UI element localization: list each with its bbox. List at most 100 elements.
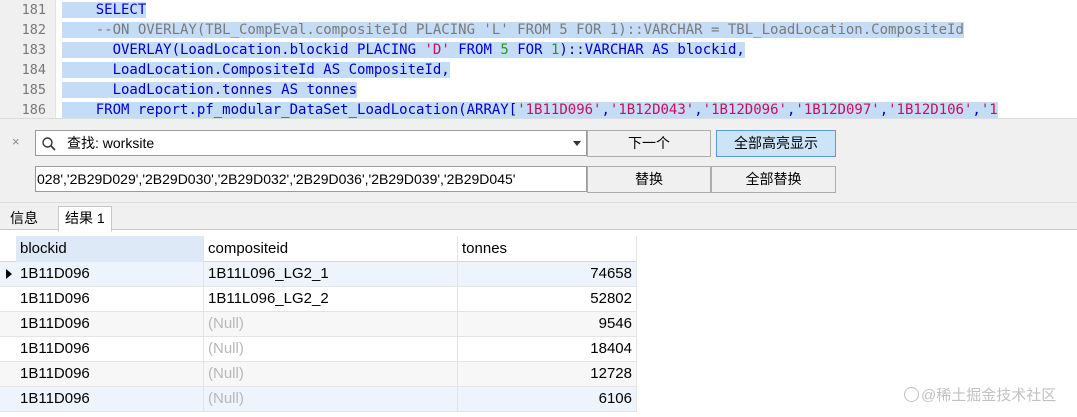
row-indicator[interactable] xyxy=(0,262,16,286)
code-line[interactable]: OVERLAY(LoadLocation.blockid PLACING 'D'… xyxy=(62,40,745,60)
replace-button[interactable]: 替换 xyxy=(587,166,711,193)
cell-blockid[interactable]: 1B11D096 xyxy=(16,387,204,411)
search-icon xyxy=(41,136,57,155)
find-input[interactable]: 查找: worksite xyxy=(35,130,587,156)
code-token: CompositeId, xyxy=(340,62,450,78)
cell-blockid[interactable]: 1B11D096 xyxy=(16,262,204,286)
table-row[interactable]: 1B11D096 (Null) 6106 xyxy=(0,387,637,412)
replace-value: 028','2B29D029','2B29D030','2B29D032','2… xyxy=(37,171,516,187)
table-row[interactable]: 1B11D096 (Null) 12728 xyxy=(0,362,637,387)
cell-tonnes[interactable]: 12728 xyxy=(458,362,637,386)
row-indicator[interactable] xyxy=(0,287,16,311)
code-token: LoadLocation.tonnes xyxy=(62,82,282,98)
code-line[interactable]: SELECT xyxy=(62,0,147,20)
cell-tonnes[interactable]: 6106 xyxy=(458,387,637,411)
line-number: 181 xyxy=(21,2,46,18)
code-token: LoadLocation.CompositeId xyxy=(62,62,324,78)
code-token: SELECT xyxy=(62,2,147,18)
find-replace-bar: × 查找: worksite 下一个 全部高亮显示 028','2B29D029… xyxy=(0,118,1077,202)
cell-blockid[interactable]: 1B11D096 xyxy=(16,362,204,386)
selected-text: LoadLocation.CompositeId AS CompositeId, xyxy=(62,62,450,78)
cell-tonnes[interactable]: 52802 xyxy=(458,287,637,311)
cell-compositeid[interactable]: (Null) xyxy=(204,387,458,411)
cell-compositeid[interactable]: (Null) xyxy=(204,312,458,336)
cell-compositeid[interactable]: 1B11L096_LG2_2 xyxy=(204,287,458,311)
code-token: FROM xyxy=(95,102,130,118)
replace-input[interactable]: 028','2B29D029','2B29D030','2B29D032','2… xyxy=(35,166,587,192)
chevron-down-icon[interactable] xyxy=(573,141,581,146)
selected-text: SELECT xyxy=(62,2,147,18)
code-token: 'D' xyxy=(424,42,450,58)
cell-compositeid[interactable]: 1B11L096_LG2_1 xyxy=(204,262,458,286)
code-token: blockid, xyxy=(668,42,745,58)
code-token: , xyxy=(694,102,703,118)
row-indicator[interactable] xyxy=(0,387,16,411)
code-token: )::VARCHAR xyxy=(559,42,653,58)
code-line[interactable]: LoadLocation.CompositeId AS CompositeId, xyxy=(62,60,450,80)
watermark-text: @稀土掘金技术社区 xyxy=(921,387,1057,404)
code-line[interactable]: LoadLocation.tonnes AS tonnes xyxy=(62,80,358,100)
code-token: --ON OVERLAY(TBL_CompEval.compositeId PL… xyxy=(62,22,964,38)
watermark-logo-icon xyxy=(904,387,919,402)
cell-blockid[interactable]: 1B11D096 xyxy=(16,337,204,361)
code-token: ARRAY xyxy=(466,102,509,118)
watermark: @稀土掘金技术社区 xyxy=(904,387,1056,405)
table-row[interactable]: 1B11D096 1B11L096_LG2_2 52802 xyxy=(0,287,637,312)
code-token: '1B12D097' xyxy=(795,102,880,118)
code-token: [ xyxy=(508,102,518,118)
close-icon[interactable]: × xyxy=(12,135,20,149)
line-number: 184 xyxy=(21,62,46,78)
code-token: OVERLAY(LoadLocation.blockid xyxy=(62,42,358,58)
cell-compositeid[interactable]: (Null) xyxy=(204,362,458,386)
code-line[interactable]: FROM report.pf_modular_DataSet_LoadLocat… xyxy=(62,100,998,118)
result-tabs: 信息 结果 1 xyxy=(0,202,1077,232)
code-line[interactable]: --ON OVERLAY(TBL_CompEval.compositeId PL… xyxy=(62,20,964,40)
row-indicator[interactable] xyxy=(0,312,16,336)
line-number: 186 xyxy=(21,102,46,118)
table-row[interactable]: 1B11D096 (Null) 18404 xyxy=(0,337,637,362)
current-row-arrow-icon xyxy=(6,269,12,279)
row-indicator[interactable] xyxy=(0,362,16,386)
selected-text: OVERLAY(LoadLocation.blockid PLACING 'D'… xyxy=(62,42,745,58)
column-header-compositeid[interactable]: compositeid xyxy=(204,236,458,262)
tab-result-1[interactable]: 结果 1 xyxy=(58,206,112,232)
cell-tonnes[interactable]: 18404 xyxy=(458,337,637,361)
selected-text: --ON OVERLAY(TBL_CompEval.compositeId PL… xyxy=(62,22,964,38)
tab-info[interactable]: 信息 xyxy=(4,207,44,231)
selected-text: LoadLocation.tonnes AS tonnes xyxy=(62,82,358,98)
row-indicator[interactable] xyxy=(0,337,16,361)
cell-compositeid[interactable]: (Null) xyxy=(204,337,458,361)
code-token: AS xyxy=(323,62,341,78)
code-token: , xyxy=(879,102,889,118)
column-header-blockid[interactable]: blockid xyxy=(16,236,204,262)
cell-tonnes[interactable]: 74658 xyxy=(458,262,637,286)
grid-header: blockid compositeid tonnes xyxy=(0,236,637,262)
replace-all-button[interactable]: 全部替换 xyxy=(711,166,836,193)
code-token: tonnes xyxy=(298,82,358,98)
line-number: 185 xyxy=(21,82,46,98)
code-token: '1 xyxy=(980,102,998,118)
code-token: AS xyxy=(281,82,299,98)
code-token: AS xyxy=(652,42,669,58)
code-token: , xyxy=(972,102,981,118)
code-token: '1B12D043' xyxy=(609,102,695,118)
cell-blockid[interactable]: 1B11D096 xyxy=(16,287,204,311)
table-row[interactable]: 1B11D096 (Null) 9546 xyxy=(0,312,637,337)
line-number: 183 xyxy=(21,42,46,58)
code-token: '1B11D096' xyxy=(517,102,602,118)
column-header-tonnes[interactable]: tonnes xyxy=(458,236,637,262)
code-token: , xyxy=(601,102,610,118)
code-token: FOR xyxy=(517,42,543,58)
sql-editor[interactable]: 181 182 183 184 185 186 SELECT --ON OVERLAY(T… xyxy=(0,0,1077,118)
cell-blockid[interactable]: 1B11D096 xyxy=(16,312,204,336)
line-number: 182 xyxy=(21,22,46,38)
find-next-button[interactable]: 下一个 xyxy=(587,130,711,157)
table-row[interactable]: 1B11D096 1B11L096_LG2_1 74658 xyxy=(0,262,637,287)
highlight-all-button[interactable]: 全部高亮显示 xyxy=(716,130,836,157)
cell-tonnes[interactable]: 9546 xyxy=(458,312,637,336)
line-number-gutter: 181 182 183 184 185 186 xyxy=(0,0,56,118)
